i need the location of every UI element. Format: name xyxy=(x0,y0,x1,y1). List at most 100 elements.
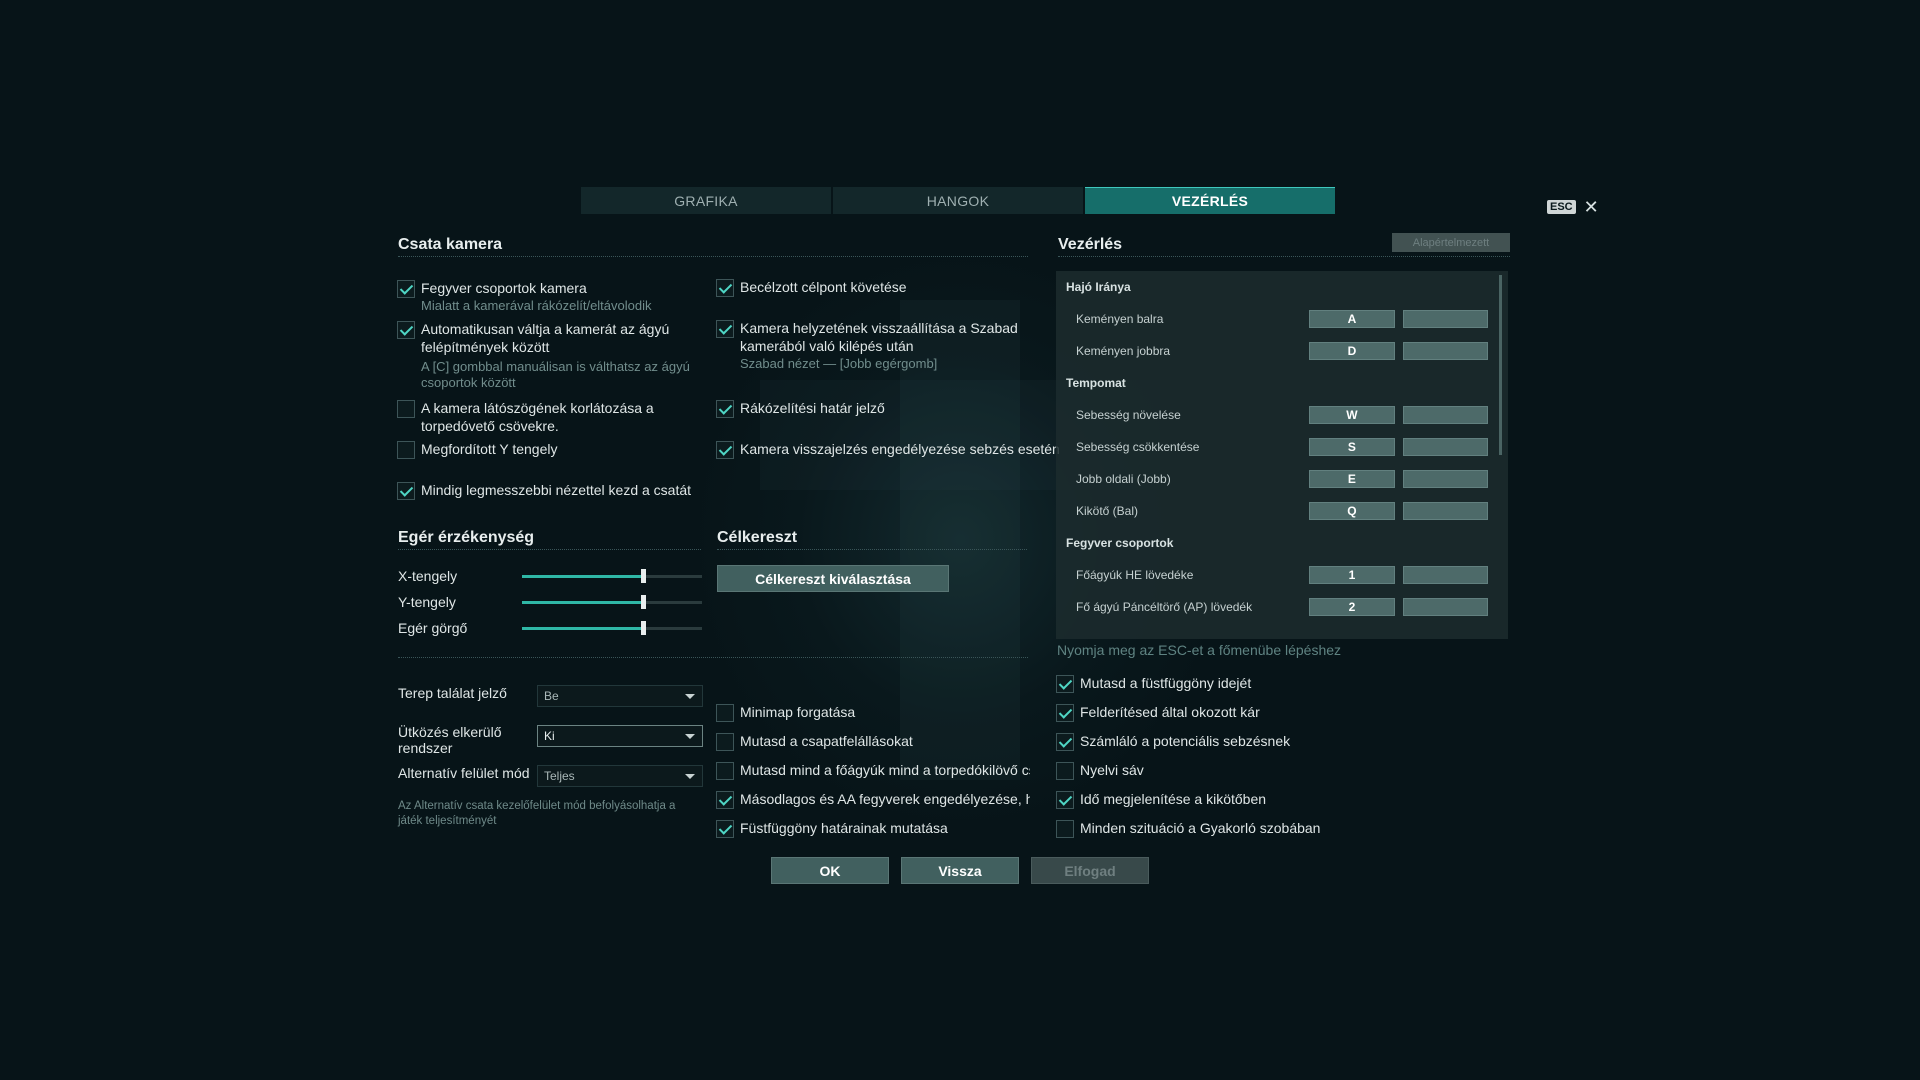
accept-button[interactable]: Elfogad xyxy=(1031,857,1149,884)
checkbox-row: Becélzott célpont követése xyxy=(716,279,1026,297)
checkbox-label: Mutasd a füstfüggöny idejét xyxy=(1080,675,1252,691)
collision-avoidance-dropdown[interactable]: Ki xyxy=(537,725,703,747)
secondary-key-button[interactable] xyxy=(1402,438,1488,456)
checkbox-row: Számláló a potenciális sebzésnek xyxy=(1056,733,1290,751)
checkbox[interactable] xyxy=(716,441,734,459)
secondary-key-button[interactable] xyxy=(1402,502,1488,520)
primary-key-button[interactable]: 1 xyxy=(1309,566,1395,584)
keybind-row: Keményen jobbra D xyxy=(1056,339,1496,363)
terrain-hit-dropdown[interactable]: Be xyxy=(537,685,703,707)
esc-hint: Nyomja meg az ESC-et a főmenübe lépéshez xyxy=(1057,642,1342,658)
checkbox-row: Mutasd a csapatfelállásokat xyxy=(716,733,1030,751)
secondary-key-button[interactable] xyxy=(1402,342,1488,360)
secondary-key-button[interactable] xyxy=(1402,566,1488,584)
checkbox-row: Automatikusan váltja a kamerát az ágyú f… xyxy=(397,321,697,391)
mouse-section-title: Egér érzékenység xyxy=(398,529,535,546)
slider-thumb[interactable] xyxy=(640,620,646,635)
checkbox-label: Idő megjelenítése a kikötőben xyxy=(1080,791,1267,807)
category-label: Fegyver csoportok xyxy=(1066,536,1174,550)
checkbox-label: Minden szituáció a Gyakorló szobában xyxy=(1080,820,1321,836)
keybind-row: Kikötő (Bal) Q xyxy=(1056,499,1496,523)
slider-track[interactable] xyxy=(522,568,702,583)
close-icon[interactable]: ✕ xyxy=(1584,198,1599,216)
checkbox-row: Minden szituáció a Gyakorló szobában xyxy=(1056,820,1320,838)
checkbox-label: Kamera visszajelzés engedélyezése sebzés… xyxy=(740,441,1060,457)
checkbox[interactable] xyxy=(397,482,415,500)
secondary-key-button[interactable] xyxy=(1402,470,1488,488)
controls-section-title: Vezérlés xyxy=(1058,236,1123,253)
checkbox-row: Mutasd a füstfüggöny idejét xyxy=(1056,675,1251,693)
slider-x-axis: X-tengely xyxy=(398,568,703,584)
checkbox-label: Füstfüggöny határainak mutatása xyxy=(740,820,948,836)
slider-track[interactable] xyxy=(522,594,702,609)
tab-graphics[interactable]: GRAFIKA xyxy=(581,187,831,214)
checkbox[interactable] xyxy=(716,791,734,809)
crosshair-select-button[interactable]: Célkereszt kiválasztása xyxy=(717,565,949,592)
action-label: Főágyúk HE lövedéke xyxy=(1076,568,1194,582)
dropdown-value: Teljes xyxy=(544,769,575,783)
checkbox-row: Minimap forgatása xyxy=(716,704,1030,722)
chevron-down-icon xyxy=(685,774,695,779)
slider-label: Y-tengely xyxy=(398,594,456,610)
chevron-down-icon xyxy=(685,694,695,699)
checkbox-row: Mutasd mind a főágyúk mind a torpedókilö… xyxy=(716,762,1030,780)
checkbox[interactable] xyxy=(397,321,415,339)
checkbox[interactable] xyxy=(1056,704,1074,722)
checkbox-label: Automatikusan váltja a kamerát az ágyú f… xyxy=(421,321,670,355)
checkbox-row: Nyelvi sáv xyxy=(1056,762,1144,780)
back-button[interactable]: Vissza xyxy=(901,857,1019,884)
checkbox-label: Rákózelítési határ jelző xyxy=(740,400,885,416)
tab-controls[interactable]: VEZÉRLÉS xyxy=(1085,187,1335,214)
checkbox[interactable] xyxy=(397,280,415,298)
secondary-key-button[interactable] xyxy=(1402,310,1488,328)
checkbox[interactable] xyxy=(1056,820,1074,838)
dropdown-label: Ütközés elkerülő rendszer xyxy=(398,724,502,756)
action-label: Sebesség csökkentése xyxy=(1076,440,1200,454)
keybind-scrollbar[interactable] xyxy=(1499,275,1502,455)
primary-key-button[interactable]: D xyxy=(1309,342,1395,360)
reset-defaults-button[interactable]: Alapértelmezett xyxy=(1392,233,1510,252)
keybind-row: Jobb oldali (Jobb) E xyxy=(1056,467,1496,491)
tab-sound[interactable]: HANGOK xyxy=(833,187,1083,214)
action-label: Sebesség növelése xyxy=(1076,408,1181,422)
checkbox[interactable] xyxy=(716,704,734,722)
checkbox-hint: Szabad nézet — [Jobb egérgomb] xyxy=(740,356,938,371)
divider xyxy=(398,256,1028,257)
action-label: Jobb oldali (Jobb) xyxy=(1076,472,1171,486)
alt-interface-dropdown[interactable]: Teljes xyxy=(537,765,703,787)
checkbox[interactable] xyxy=(1056,733,1074,751)
secondary-key-button[interactable] xyxy=(1402,598,1488,616)
slider-thumb[interactable] xyxy=(640,568,646,583)
primary-key-button[interactable]: W xyxy=(1309,406,1395,424)
primary-key-button[interactable]: 2 xyxy=(1309,598,1395,616)
checkbox[interactable] xyxy=(1056,675,1074,693)
checkbox[interactable] xyxy=(1056,762,1074,780)
checkbox[interactable] xyxy=(716,279,734,297)
slider-thumb[interactable] xyxy=(640,594,646,609)
checkbox-row: Kamera helyzetének visszaállítása a Szab… xyxy=(716,320,1026,372)
slider-y-axis: Y-tengely xyxy=(398,594,703,610)
chevron-down-icon xyxy=(685,734,695,739)
ok-button[interactable]: OK xyxy=(771,857,889,884)
checkbox-label: Mutasd mind a főágyúk mind a torpedókilö… xyxy=(740,762,1030,778)
checkbox[interactable] xyxy=(716,320,734,338)
primary-key-button[interactable]: A xyxy=(1309,310,1395,328)
primary-key-button[interactable]: Q xyxy=(1309,502,1395,520)
checkbox[interactable] xyxy=(397,400,415,418)
primary-key-button[interactable]: S xyxy=(1309,438,1395,456)
checkbox[interactable] xyxy=(716,762,734,780)
esc-key-badge: ESC xyxy=(1547,200,1576,214)
secondary-key-button[interactable] xyxy=(1402,406,1488,424)
checkbox[interactable] xyxy=(716,820,734,838)
checkbox-label: Mutasd a csapatfelállásokat xyxy=(740,733,913,749)
checkbox[interactable] xyxy=(716,400,734,418)
checkbox-label: Felderítésed által okozott kár xyxy=(1080,704,1260,720)
slider-track[interactable] xyxy=(522,620,702,635)
primary-key-button[interactable]: E xyxy=(1309,470,1395,488)
action-label: Keményen balra xyxy=(1076,312,1164,326)
keybind-row: Sebesség csökkentése S xyxy=(1056,435,1496,459)
checkbox[interactable] xyxy=(397,441,415,459)
checkbox-row: Füstfüggöny határainak mutatása xyxy=(716,820,1030,838)
checkbox[interactable] xyxy=(1056,791,1074,809)
checkbox[interactable] xyxy=(716,733,734,751)
